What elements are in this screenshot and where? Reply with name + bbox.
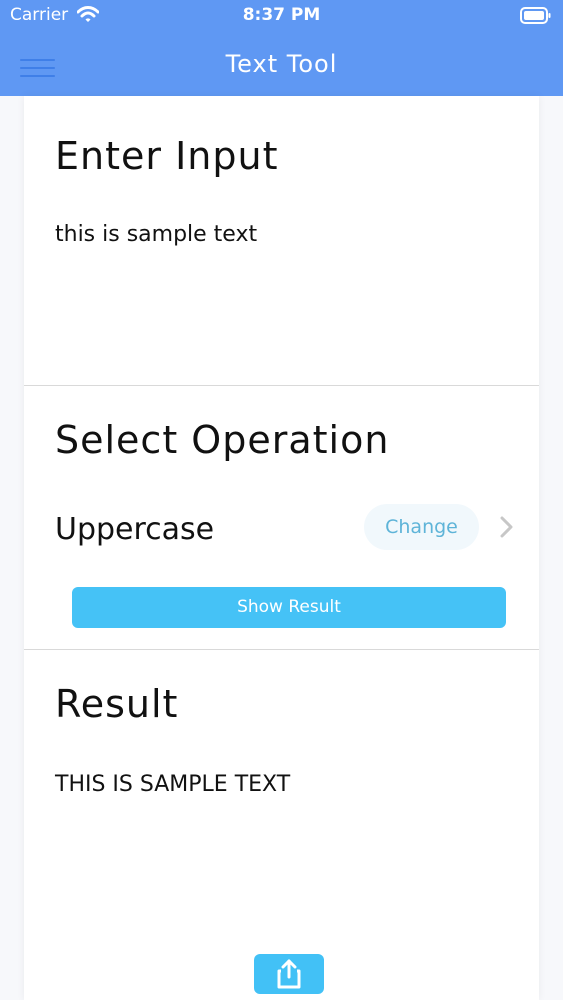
result-text: THIS IS SAMPLE TEXT: [55, 772, 291, 797]
status-time: 8:37 PM: [242, 5, 321, 25]
change-operation-button[interactable]: Change: [364, 504, 479, 550]
status-bar: Carrier 8:37 PM: [0, 0, 563, 32]
input-text-field[interactable]: [55, 222, 505, 372]
input-section-divider: [24, 385, 539, 386]
selected-operation-label: Uppercase: [55, 512, 215, 547]
operation-section-divider: [24, 649, 539, 650]
show-result-button[interactable]: Show Result: [72, 587, 506, 628]
result-title: Result: [55, 682, 179, 726]
select-operation-title: Select Operation: [55, 418, 390, 462]
navigation-bar: Text Tool: [0, 42, 563, 90]
enter-input-title: Enter Input: [55, 134, 279, 178]
share-icon: [277, 959, 301, 989]
chevron-right-icon[interactable]: [500, 516, 514, 538]
page-title: Text Tool: [225, 50, 338, 78]
app-header: Carrier 8:37 PM Text Tool: [0, 0, 563, 96]
battery-icon: [520, 7, 551, 24]
share-button[interactable]: [254, 954, 324, 994]
text-tool-card: Enter Input Select Operation Uppercase C…: [24, 96, 539, 1000]
